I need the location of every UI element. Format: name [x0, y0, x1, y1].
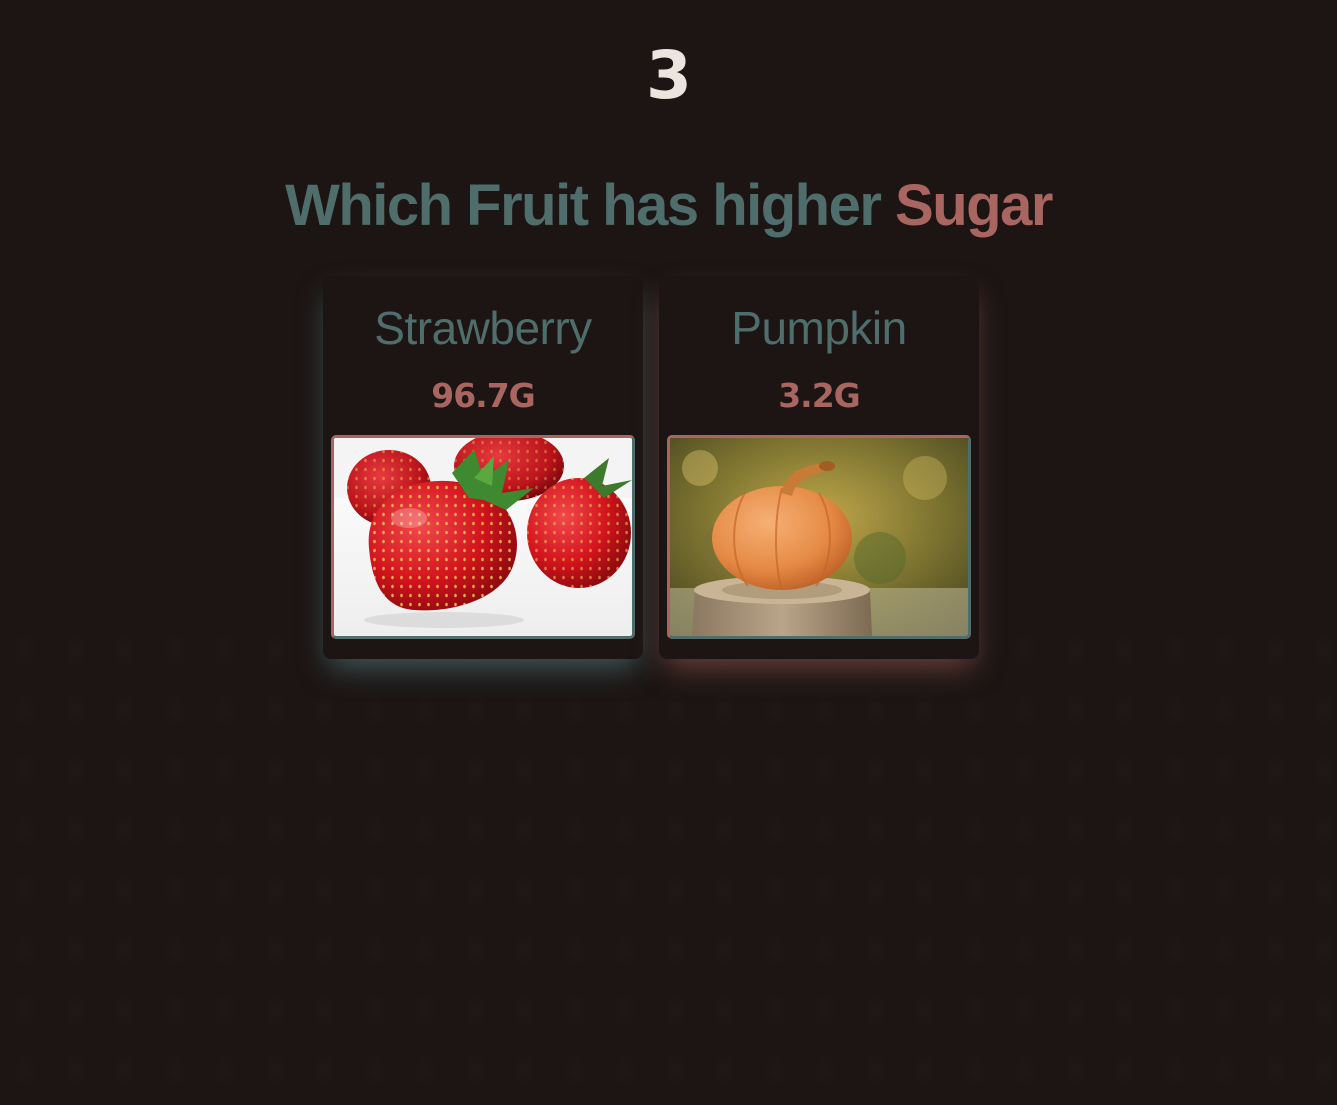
- game-screen: 3 Which Fruit has higher Sugar Strawberr…: [0, 0, 1337, 1105]
- question-prefix: Which Fruit has higher: [285, 173, 882, 238]
- background-pattern: [0, 620, 1337, 1105]
- strawberry-photo[interactable]: [331, 435, 635, 639]
- option-card-strawberry[interactable]: Strawberry 96.7G: [323, 276, 643, 659]
- question-highlight: Sugar: [895, 173, 1053, 238]
- option-value: 3.2G: [778, 376, 861, 415]
- pumpkin-photo[interactable]: [667, 435, 971, 639]
- option-name: Strawberry: [374, 302, 592, 354]
- option-name: Pumpkin: [731, 302, 907, 354]
- option-card-pumpkin[interactable]: Pumpkin 3.2G: [659, 276, 979, 659]
- round-number: 3: [646, 37, 692, 114]
- option-value: 96.7G: [431, 376, 536, 415]
- question-title: Which Fruit has higher Sugar: [0, 170, 1337, 242]
